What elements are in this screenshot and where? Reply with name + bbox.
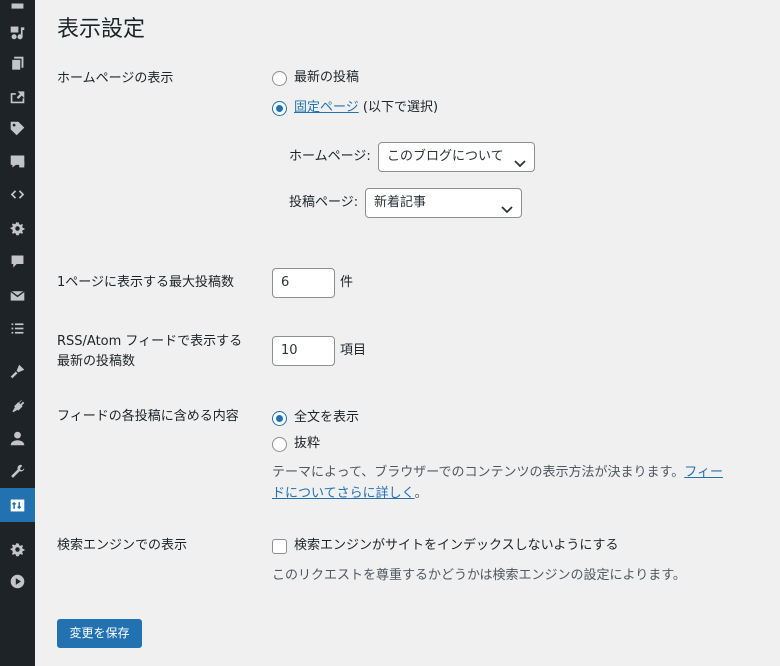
play-icon	[10, 574, 25, 588]
feed-content-description-line2: ドについてさらに詳しく。	[272, 483, 428, 505]
settings-menu-item-active[interactable]	[0, 488, 42, 522]
feed-posts-unit: 項目	[340, 343, 367, 358]
postspage-select-label: 投稿ページ:	[289, 195, 359, 210]
appearance-menu-item[interactable]	[0, 354, 35, 388]
latest-posts-radio[interactable]	[272, 71, 287, 86]
users-menu-item[interactable]	[0, 421, 35, 455]
mail-menu-item[interactable]	[0, 278, 35, 312]
excerpt-radio[interactable]	[272, 437, 287, 452]
media-menu-item[interactable]	[0, 15, 35, 49]
admin-sidebar	[0, 0, 42, 666]
discourage-search-label[interactable]: 検索エンジンがサイトをインデックスしないようにする	[294, 536, 618, 556]
settings-active-icon	[10, 499, 25, 511]
page-title: 表示設定	[57, 17, 146, 42]
chevron-down-icon	[501, 198, 513, 214]
feed-description-end: 。	[414, 486, 428, 501]
settings-main: 表示設定 ホームページの表示 最新の投稿 固定ページ (以下で選択) ホームペー…	[35, 0, 780, 666]
feedback-icon	[10, 155, 25, 167]
feed-content-label: フィードの各投稿に含める内容	[57, 409, 239, 424]
gear-icon	[10, 542, 25, 556]
comments-icon	[11, 255, 24, 267]
tag-menu-item[interactable]	[0, 111, 35, 145]
pages-menu-item[interactable]	[0, 46, 35, 80]
gear-icon	[10, 221, 25, 235]
tag-icon	[10, 121, 25, 135]
admin-menu-icon	[11, 3, 24, 9]
homepage-display-label: ホームページの表示	[57, 71, 174, 86]
media-icon	[10, 26, 25, 39]
tools-menu-item[interactable]	[0, 454, 35, 488]
settings-gear-menu-item[interactable]	[0, 211, 35, 245]
feed-posts-input[interactable]: 10	[272, 336, 335, 366]
plugins-icon	[12, 398, 25, 412]
posts-per-page-label: 1ページに表示する最大投稿数	[57, 275, 235, 290]
users-icon	[10, 431, 25, 445]
feed-posts-label-line2: 最新の投稿数	[57, 354, 136, 369]
full-text-label[interactable]: 全文を表示	[294, 408, 359, 428]
static-page-radio[interactable]	[272, 101, 287, 116]
share-menu-item[interactable]	[0, 79, 35, 113]
search-engine-label: 検索エンジンでの表示	[57, 538, 188, 553]
postspage-select-value: 新着記事	[374, 195, 427, 210]
comments-menu-item[interactable]	[0, 244, 35, 278]
homepage-select[interactable]: このブログについて	[378, 142, 535, 172]
homepage-select-label: ホームページ:	[289, 149, 371, 164]
pages-icon	[10, 56, 24, 71]
tools-icon	[11, 464, 25, 478]
posts-per-page-unit: 件	[340, 275, 354, 290]
mail-icon	[10, 290, 25, 301]
gear-menu-item[interactable]	[0, 532, 35, 566]
list-menu-item[interactable]	[0, 311, 35, 345]
postspage-select[interactable]: 新着記事	[365, 188, 522, 218]
static-page-suffix: (以下で選択)	[358, 100, 439, 115]
chevron-down-icon	[514, 152, 526, 168]
save-changes-button[interactable]: 変更を保存	[57, 619, 142, 648]
excerpt-label[interactable]: 抜粋	[294, 434, 320, 454]
share-icon	[10, 90, 25, 103]
latest-posts-label[interactable]: 最新の投稿	[294, 68, 359, 88]
feed-content-description: テーマによって、ブラウザーでのコンテンツの表示方法が決まります。フィー	[272, 462, 723, 484]
full-text-radio[interactable]	[272, 411, 287, 426]
feed-description-text: テーマによって、ブラウザーでのコンテンツの表示方法が決まります。	[272, 465, 685, 480]
feedback-menu-item[interactable]	[0, 144, 35, 178]
feed-posts-label-line1: RSS/Atom フィードで表示する	[57, 334, 243, 349]
static-page-label: 固定ページ (以下で選択)	[294, 98, 438, 118]
search-engine-description: このリクエストを尊重するかどうかは検索エンジンの設定によります。	[272, 568, 686, 583]
feed-learn-more-link-part2[interactable]: ドについてさらに詳しく	[272, 486, 415, 501]
list-icon	[11, 322, 24, 334]
plugins-menu-item[interactable]	[0, 388, 35, 422]
appearance-icon	[10, 364, 25, 378]
code-menu-item[interactable]	[0, 177, 35, 211]
play-menu-item[interactable]	[0, 564, 35, 598]
homepage-select-value: このブログについて	[387, 149, 504, 164]
posts-per-page-input[interactable]: 6	[272, 268, 335, 298]
discourage-search-checkbox[interactable]	[272, 539, 287, 554]
feed-learn-more-link-part1[interactable]: フィー	[684, 465, 723, 480]
static-page-link[interactable]: 固定ページ	[294, 100, 359, 115]
code-icon	[10, 189, 25, 199]
